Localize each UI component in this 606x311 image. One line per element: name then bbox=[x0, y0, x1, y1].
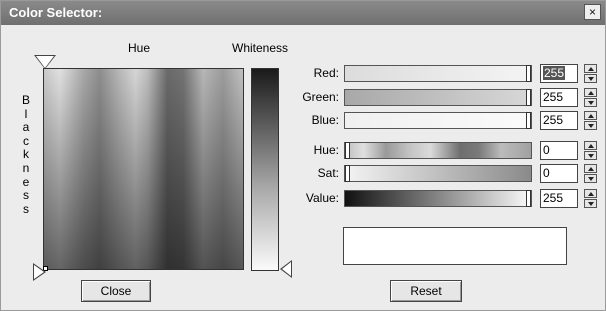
hue-up-icon[interactable] bbox=[584, 141, 597, 150]
blackness-letter: k bbox=[23, 147, 29, 162]
whiteness-label: Whiteness bbox=[232, 41, 289, 55]
red-value-field[interactable]: 255 bbox=[540, 64, 578, 83]
hue-slider[interactable] bbox=[344, 142, 532, 159]
blue-row-label-box: Blue: bbox=[277, 112, 339, 132]
blackness-letter: l bbox=[24, 106, 28, 121]
color-preview-swatch bbox=[343, 227, 567, 265]
green-value-field[interactable]: 255 bbox=[540, 88, 578, 107]
value-label: Value: bbox=[305, 191, 339, 205]
hue-down-icon[interactable] bbox=[584, 151, 597, 160]
sat-label: Sat: bbox=[317, 166, 339, 180]
blue-value: 255 bbox=[543, 113, 564, 127]
green-slider[interactable] bbox=[344, 89, 532, 106]
blue-label: Blue: bbox=[311, 113, 339, 127]
blackness-label: B l a c k n e s s bbox=[20, 93, 32, 216]
blackness-letter: e bbox=[22, 174, 30, 189]
close-icon[interactable]: × bbox=[584, 4, 601, 20]
red-slider[interactable] bbox=[344, 65, 532, 82]
whiteness-bar[interactable] bbox=[251, 68, 279, 271]
hue-pointer-icon[interactable] bbox=[36, 56, 54, 68]
green-slider-thumb[interactable] bbox=[526, 89, 531, 106]
close-button[interactable]: Close bbox=[81, 280, 151, 302]
blue-slider-thumb[interactable] bbox=[526, 112, 531, 129]
hue-slider-label: Hue: bbox=[313, 143, 339, 157]
hue-label: Hue bbox=[128, 41, 151, 55]
sat-up-icon[interactable] bbox=[584, 164, 597, 173]
sat-value: 0 bbox=[543, 166, 550, 180]
hue-spinner[interactable] bbox=[584, 141, 597, 160]
blackness-letter: a bbox=[22, 120, 30, 135]
blue-slider[interactable] bbox=[344, 112, 532, 129]
value-row-label-box: Value: bbox=[277, 190, 339, 210]
red-label: Red: bbox=[313, 66, 339, 80]
red-row-label-box: Red: bbox=[277, 65, 339, 85]
green-down-icon[interactable] bbox=[584, 98, 597, 107]
title-bar[interactable]: Color Selector: × bbox=[1, 1, 605, 25]
red-slider-thumb[interactable] bbox=[526, 65, 531, 82]
value-spinner[interactable] bbox=[584, 189, 597, 208]
blackness-pointer-icon[interactable] bbox=[34, 265, 44, 279]
green-label: Green: bbox=[302, 90, 339, 104]
sat-spinner[interactable] bbox=[584, 164, 597, 183]
hue-blackness-field[interactable] bbox=[43, 68, 244, 270]
value-value-field[interactable]: 255 bbox=[540, 189, 578, 208]
blackness-letter: B bbox=[21, 93, 30, 107]
blackness-letter: n bbox=[22, 160, 30, 175]
value-slider-thumb[interactable] bbox=[526, 190, 531, 207]
value-value: 255 bbox=[543, 191, 564, 205]
blackness-letter: s bbox=[23, 188, 29, 203]
red-value: 255 bbox=[543, 66, 566, 80]
green-up-icon[interactable] bbox=[584, 88, 597, 97]
hue-row-label-box: Hue: bbox=[277, 142, 339, 162]
green-spinner[interactable] bbox=[584, 88, 597, 107]
red-up-icon[interactable] bbox=[584, 64, 597, 73]
reset-button[interactable]: Reset bbox=[390, 280, 462, 302]
hue-value: 0 bbox=[543, 143, 550, 157]
blue-down-icon[interactable] bbox=[584, 121, 597, 130]
blackness-letter: c bbox=[23, 133, 29, 148]
sat-row-label-box: Sat: bbox=[277, 165, 339, 185]
hue-value-field[interactable]: 0 bbox=[540, 141, 578, 160]
sat-down-icon[interactable] bbox=[584, 174, 597, 183]
red-down-icon[interactable] bbox=[584, 74, 597, 83]
whiteness-pointer-icon[interactable] bbox=[282, 262, 291, 276]
green-value: 255 bbox=[543, 90, 564, 104]
red-spinner[interactable] bbox=[584, 64, 597, 83]
blue-spinner[interactable] bbox=[584, 111, 597, 130]
color-selector-window: Color Selector: × Hue Whiteness B l a c … bbox=[0, 0, 606, 311]
sat-slider[interactable] bbox=[344, 165, 532, 182]
green-row-label-box: Green: bbox=[277, 89, 339, 109]
sat-slider-thumb[interactable] bbox=[345, 165, 350, 182]
blackness-letter: s bbox=[23, 201, 29, 216]
blue-up-icon[interactable] bbox=[584, 111, 597, 120]
sat-value-field[interactable]: 0 bbox=[540, 164, 578, 183]
value-down-icon[interactable] bbox=[584, 199, 597, 208]
window-title: Color Selector: bbox=[9, 5, 103, 20]
value-slider[interactable] bbox=[344, 190, 532, 207]
blue-value-field[interactable]: 255 bbox=[540, 111, 578, 130]
value-up-icon[interactable] bbox=[584, 189, 597, 198]
hue-slider-thumb[interactable] bbox=[345, 142, 350, 159]
